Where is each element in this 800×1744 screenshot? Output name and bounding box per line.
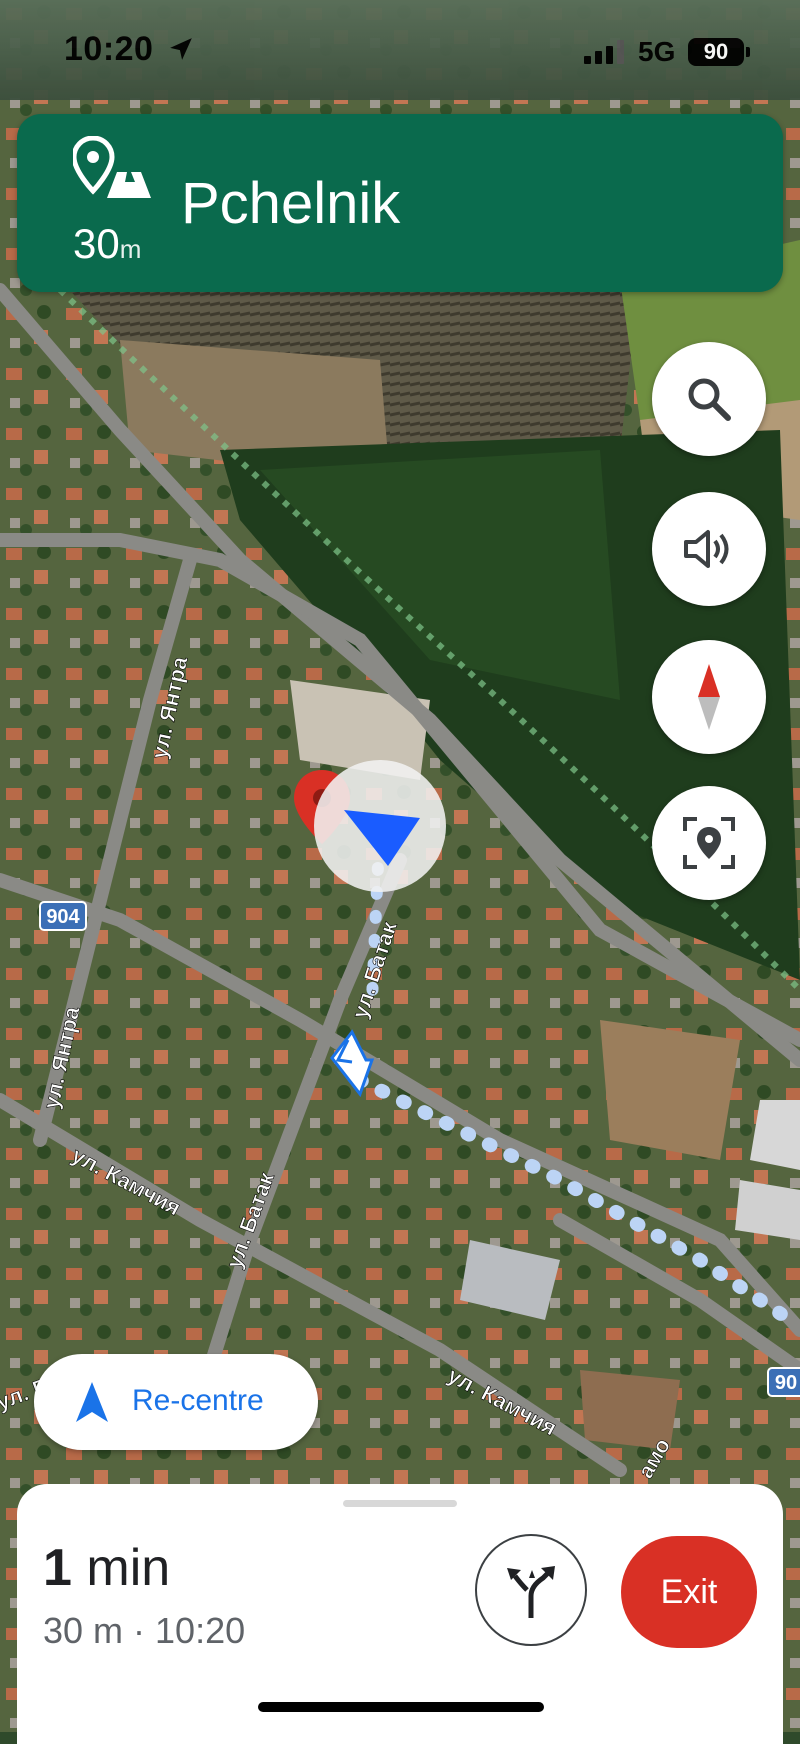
location-arrow-icon (170, 38, 192, 60)
navigation-banner[interactable]: 30m Pchelnik (17, 114, 783, 292)
navigation-arrow-icon (76, 1382, 108, 1422)
search-button[interactable] (652, 342, 766, 456)
status-bar: 10:20 5G 90 (0, 0, 800, 100)
speaker-icon (684, 530, 729, 568)
maneuver-distance: 30m (73, 220, 141, 268)
exit-button[interactable]: Exit (621, 1536, 757, 1648)
compass-icon (698, 664, 720, 730)
location-report-icon (683, 817, 735, 869)
duration-unit: min (86, 1539, 171, 1597)
alternate-routes-button[interactable] (475, 1534, 587, 1646)
re-centre-label: Re-centre (132, 1384, 264, 1417)
road-shield: 90 (775, 1372, 797, 1394)
route-fork-icon (507, 1566, 555, 1618)
home-indicator[interactable] (258, 1702, 544, 1712)
sound-button[interactable] (652, 492, 766, 606)
road-shield: 904 (46, 906, 80, 928)
report-button[interactable] (652, 786, 766, 900)
destination-pin-with-buildings-icon (73, 136, 151, 198)
search-icon (688, 378, 731, 421)
current-location-marker (314, 760, 446, 892)
distance-unit: m (119, 234, 142, 264)
signal-icon (584, 40, 624, 64)
drag-handle[interactable] (343, 1500, 457, 1507)
status-time: 10:20 (64, 30, 154, 68)
next-street-name: Pchelnik (181, 171, 401, 236)
battery-level: 90 (703, 39, 729, 64)
battery-icon: 90 (688, 38, 750, 66)
network-type: 5G (638, 36, 676, 67)
distance-value: 30 (73, 220, 120, 267)
duration-value: 1 (43, 1539, 72, 1597)
re-centre-button[interactable]: Re-centre (34, 1354, 318, 1450)
trip-duration: 1 min (43, 1538, 170, 1598)
trip-distance-arrival: 30 m · 10:20 (43, 1610, 246, 1651)
compass-button[interactable] (652, 640, 766, 754)
